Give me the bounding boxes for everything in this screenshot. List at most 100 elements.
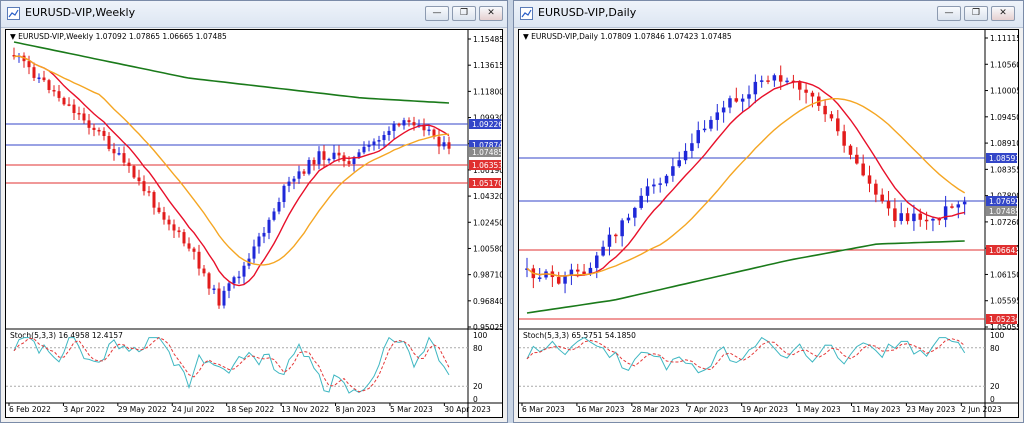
price-tick-label: 1.10560: [990, 60, 1018, 69]
window-title: EURUSD-VIP,Daily: [538, 6, 637, 19]
price-tick-label: 0.96840: [473, 297, 502, 306]
price-tick-label: 1.11800: [473, 87, 502, 96]
candle-body: [728, 98, 732, 108]
stoch-main-line: [526, 336, 966, 374]
price-tick-label: 1.08910: [990, 139, 1018, 148]
candle-body: [257, 236, 261, 247]
restore-button[interactable]: ❐: [964, 6, 988, 21]
stoch-signal-line: [13, 337, 450, 393]
candle-body: [886, 201, 891, 209]
candle-body: [187, 243, 191, 249]
candle-body: [272, 211, 276, 220]
candle-body: [956, 204, 961, 208]
date-tick-label: 18 Sep 2022: [227, 405, 275, 414]
minimize-button[interactable]: —: [937, 6, 961, 21]
title-bar[interactable]: EURUSD-VIP,Daily — ❐ ✕: [514, 1, 1023, 28]
candle-body: [407, 120, 411, 123]
price-level-label: 1.06353: [472, 161, 502, 170]
candle-body: [412, 122, 416, 126]
date-tick-label: 24 Jul 2022: [172, 405, 215, 414]
candle-body: [709, 119, 713, 129]
candle-body: [67, 104, 71, 106]
candle-body: [427, 129, 431, 132]
date-tick-label: 11 May 2023: [851, 405, 900, 414]
date-tick-label: 3 Apr 2022: [63, 405, 105, 414]
candle-body: [262, 232, 266, 237]
ma-mid-line: [13, 55, 450, 266]
price-tick-label: 1.15485: [473, 35, 502, 44]
candle-body: [918, 213, 923, 220]
candle-body: [177, 230, 181, 233]
stoch-label: Stoch(5,3,3) 16.4958 12.4157: [10, 331, 123, 340]
candle-body: [192, 248, 196, 252]
date-tick-label: 6 Feb 2022: [9, 405, 51, 414]
weekly-price-chart[interactable]: ▼ EURUSD-VIP,Weekly 1.07092 1.07865 1.06…: [5, 29, 503, 418]
candle-body: [905, 213, 910, 222]
candle-body: [372, 141, 376, 146]
candle-body: [664, 175, 669, 184]
candle-body: [804, 89, 808, 93]
stoch-tick-label: 0: [473, 395, 478, 404]
candle-body: [157, 207, 161, 213]
minimize-button[interactable]: —: [425, 6, 449, 21]
candle-body: [47, 80, 51, 90]
candle-body: [142, 181, 146, 192]
chart-window-icon: [520, 7, 533, 20]
candle-body: [397, 123, 401, 126]
daily-chart-window[interactable]: EURUSD-VIP,Daily — ❐ ✕ ▼ EURUSD-VIP,Dail…: [513, 0, 1024, 423]
candle-body: [122, 153, 126, 163]
candle-body: [127, 162, 131, 167]
date-tick-label: 28 Mar 2023: [632, 405, 680, 414]
close-button[interactable]: ✕: [991, 6, 1015, 21]
date-tick-label: 2 Jun 2023: [961, 405, 1002, 414]
candle-body: [297, 171, 301, 179]
stoch-tick-label: 100: [990, 331, 1005, 340]
candle-body: [252, 246, 256, 259]
candle-body: [392, 123, 396, 131]
candle-body: [87, 120, 91, 128]
price-level-label: 1.08591: [989, 154, 1018, 163]
candle-body: [950, 206, 954, 208]
candle-body: [633, 207, 637, 218]
price-tick-label: 1.05595: [990, 297, 1018, 306]
candle-body: [147, 191, 151, 193]
candle-body: [442, 142, 446, 147]
candle-body: [575, 269, 580, 272]
candle-body: [861, 163, 865, 176]
close-button[interactable]: ✕: [479, 6, 503, 21]
price-level-label: 1.05234: [989, 315, 1018, 324]
chart-header: ▼ EURUSD-VIP,Daily 1.07809 1.07846 1.074…: [523, 32, 732, 41]
candle-body: [27, 61, 31, 68]
candle-body: [595, 255, 599, 268]
candle-body: [702, 128, 707, 131]
title-bar[interactable]: EURUSD-VIP,Weekly — ❐ ✕: [1, 1, 507, 28]
candle-body: [52, 89, 56, 92]
price-tick-label: 1.07260: [990, 218, 1018, 227]
price-level-label: 1.06643: [989, 246, 1018, 255]
candle-body: [734, 98, 739, 102]
candle-body: [197, 251, 201, 269]
candle-body: [912, 213, 916, 222]
candle-body: [377, 140, 381, 142]
candle-body: [658, 183, 662, 185]
price-tick-label: 1.00580: [473, 244, 502, 253]
weekly-chart-window[interactable]: EURUSD-VIP,Weekly — ❐ ✕ ▼ EURUSD-VIP,Wee…: [0, 0, 508, 423]
candle-body: [237, 276, 241, 279]
daily-price-chart[interactable]: ▼ EURUSD-VIP,Daily 1.07809 1.07846 1.074…: [518, 29, 1019, 418]
date-tick-label: 29 May 2022: [118, 405, 167, 414]
candle-body: [387, 130, 391, 135]
candle-body: [322, 151, 326, 160]
candle-body: [82, 113, 86, 121]
window-title: EURUSD-VIP,Weekly: [25, 6, 136, 19]
date-tick-label: 19 Apr 2023: [742, 405, 789, 414]
candle-body: [924, 219, 929, 222]
price-tick-label: 0.98710: [473, 271, 502, 280]
price-tick-label: 1.06150: [990, 270, 1018, 279]
price-level-label: 1.05170: [472, 179, 502, 188]
date-tick-label: 23 May 2023: [906, 405, 955, 414]
restore-button[interactable]: ❐: [452, 6, 476, 21]
date-tick-label: 30 Apr 2023: [444, 405, 491, 414]
stoch-tick-label: 20: [473, 382, 483, 391]
date-tick-label: 1 May 2023: [797, 405, 841, 414]
candle-body: [282, 185, 286, 202]
